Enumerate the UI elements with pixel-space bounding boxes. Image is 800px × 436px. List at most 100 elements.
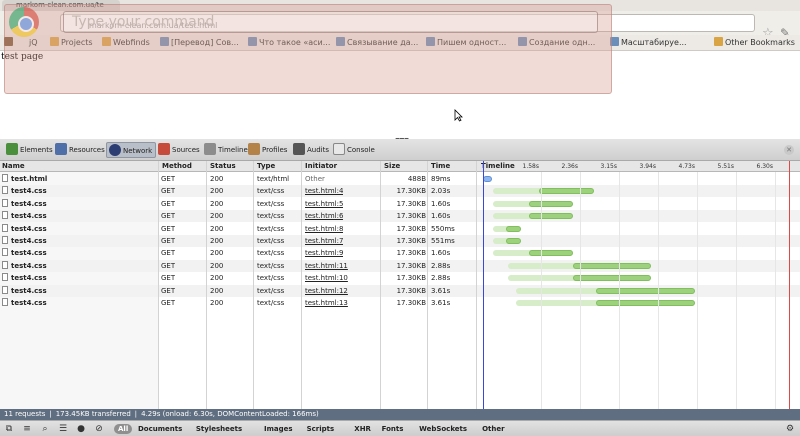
timeline-gridline xyxy=(580,172,581,409)
column-header-time[interactable]: Time xyxy=(429,161,450,172)
tab-audits[interactable]: Audits xyxy=(291,142,332,158)
table-row[interactable]: test4.css GET 200 text/css test.html:7 17.30K… xyxy=(0,235,478,247)
cell-method: GET xyxy=(161,261,176,270)
cell-time: 1.60s xyxy=(431,212,451,221)
filter-other[interactable]: Other xyxy=(482,424,504,434)
timeline-tick: 2.36s xyxy=(561,163,579,170)
table-row[interactable]: test4.css GET 200 text/css test.html:13 17.30… xyxy=(0,297,478,309)
timeline-bar-receiving xyxy=(538,188,595,195)
tab-elements[interactable]: Elements xyxy=(4,142,56,158)
cell-initiator[interactable]: test.html:4 xyxy=(305,185,343,197)
command-placeholder: Type your command xyxy=(72,14,215,30)
network-panel: Name Method Status Type Initiator Size T… xyxy=(0,161,800,409)
cell-status: 200 xyxy=(210,237,224,245)
devtools-bottom-bar: ⧉ ≡ ⌕ ☰ ● ⊘ All Documents Stylesheets Image… xyxy=(0,420,800,436)
cell-initiator[interactable]: test.html:7 xyxy=(305,235,343,247)
cell-size: 17.30KB xyxy=(396,199,426,208)
table-row[interactable]: test4.css GET 200 text/css test.html:8 17.30K… xyxy=(0,223,478,235)
cell-method: GET xyxy=(161,175,176,183)
timeline-tick: 6.30s xyxy=(756,163,774,170)
tab-console[interactable]: Console xyxy=(331,142,378,158)
table-row[interactable]: test4.css GET 200 text/css test.html:9 17.30K… xyxy=(0,247,478,259)
filter-all[interactable]: All xyxy=(114,424,133,434)
timeline-bar-receiving xyxy=(572,275,652,282)
cell-name: test4.css xyxy=(2,235,47,247)
profiles-icon xyxy=(248,143,260,155)
timeline-tick: 3.94s xyxy=(639,163,657,170)
timeline-gridline xyxy=(736,172,737,409)
cell-initiator[interactable]: test.html:8 xyxy=(305,223,343,235)
column-header-status[interactable]: Status xyxy=(208,161,236,172)
bookmark-item[interactable]: Масштабируе... xyxy=(610,37,706,49)
filter-websockets[interactable]: WebSockets xyxy=(419,424,467,434)
table-row[interactable]: test4.css GET 200 text/css test.html:5 17.30K… xyxy=(0,198,478,210)
document-icon xyxy=(2,298,8,306)
gear-icon[interactable]: ⚙ xyxy=(784,423,796,435)
cell-status: 200 xyxy=(210,299,224,307)
table-row[interactable]: test4.css GET 200 text/css test.html:11 17.30… xyxy=(0,259,478,272)
cell-initiator: Other xyxy=(305,175,325,183)
cell-size: 17.30KB xyxy=(396,299,426,307)
cell-initiator[interactable]: test.html:13 xyxy=(305,297,348,309)
column-header-method[interactable]: Method xyxy=(160,161,192,172)
mouse-cursor-icon xyxy=(454,109,463,122)
cell-initiator[interactable]: test.html:11 xyxy=(305,260,348,272)
filter-documents[interactable]: Documents xyxy=(138,424,182,434)
console-icon xyxy=(333,143,345,155)
tab-resources[interactable]: Resources xyxy=(53,142,108,158)
bookmark-item[interactable]: Other Bookmarks xyxy=(714,37,798,49)
timeline-row xyxy=(478,173,800,185)
tab-sources[interactable]: Sources xyxy=(156,142,203,158)
tab-timeline[interactable]: Timeline xyxy=(202,142,251,158)
cell-type: text/css xyxy=(257,224,285,233)
dock-icon[interactable]: ⧉ xyxy=(3,423,15,435)
tab-profiles[interactable]: Profiles xyxy=(246,142,290,158)
table-row[interactable]: test4.css GET 200 text/css test.html:12 17.30… xyxy=(0,284,478,297)
cell-initiator[interactable]: test.html:6 xyxy=(305,210,343,222)
timeline-row xyxy=(478,259,800,272)
column-header-initiator[interactable]: Initiator xyxy=(303,161,337,172)
filter-images[interactable]: Images xyxy=(264,424,293,434)
column-header-name[interactable]: Name xyxy=(0,161,25,172)
cell-initiator[interactable]: test.html:10 xyxy=(305,272,348,284)
filter-fonts[interactable]: Fonts xyxy=(382,424,404,434)
close-icon[interactable]: ✕ xyxy=(784,145,794,155)
document-icon xyxy=(2,174,8,182)
cell-type: text/css xyxy=(257,249,285,258)
table-row[interactable]: test4.css GET 200 text/css test.html:4 17.30K… xyxy=(0,185,478,198)
search-icon[interactable]: ⌕ xyxy=(39,423,51,435)
cell-type: text/css xyxy=(257,299,285,307)
cell-initiator[interactable]: test.html:9 xyxy=(305,247,343,259)
column-header-type[interactable]: Type xyxy=(255,161,275,172)
tab-network[interactable]: Network xyxy=(106,142,157,158)
table-row[interactable]: test4.css GET 200 text/css test.html:6 17.30K… xyxy=(0,210,478,223)
record-icon[interactable]: ● xyxy=(75,423,87,435)
filter-scripts[interactable]: Scripts xyxy=(307,424,335,434)
cell-name: test4.css xyxy=(2,260,47,272)
table-row[interactable]: test4.css GET 200 text/css test.html:10 17.30… xyxy=(0,272,478,284)
elements-icon xyxy=(6,143,18,155)
cell-size: 17.30KB xyxy=(396,237,426,245)
small-rows-icon[interactable]: ☰ xyxy=(57,423,69,435)
column-header-size[interactable]: Size xyxy=(382,161,400,172)
cell-status: 200 xyxy=(210,261,224,270)
cell-type: text/css xyxy=(257,187,285,196)
cell-initiator[interactable]: test.html:5 xyxy=(305,198,343,210)
timeline-bar xyxy=(483,176,492,182)
cell-size: 17.30KB xyxy=(396,286,426,295)
filter-stylesheets[interactable]: Stylesheets xyxy=(196,424,242,434)
console-toggle-icon[interactable]: ≡ xyxy=(21,423,33,435)
timeline-row xyxy=(478,223,800,235)
timeline-bar-receiving xyxy=(596,300,695,306)
filter-xhr[interactable]: XHR xyxy=(354,424,371,434)
cell-name: test4.css xyxy=(2,297,47,309)
cell-time: 1.60s xyxy=(431,249,451,258)
clear-icon[interactable]: ⊘ xyxy=(93,423,105,435)
cell-name: test4.css xyxy=(2,285,47,297)
cell-method: GET xyxy=(161,299,176,307)
table-row[interactable]: test.html GET 200 text/html Other 488B 89ms xyxy=(0,173,478,185)
devtools-toolbar: Elements Resources Network Sources Timel… xyxy=(0,139,800,161)
cell-initiator[interactable]: test.html:12 xyxy=(305,285,348,297)
command-input[interactable]: Type your command xyxy=(63,11,598,33)
cell-size: 17.30KB xyxy=(396,187,426,196)
